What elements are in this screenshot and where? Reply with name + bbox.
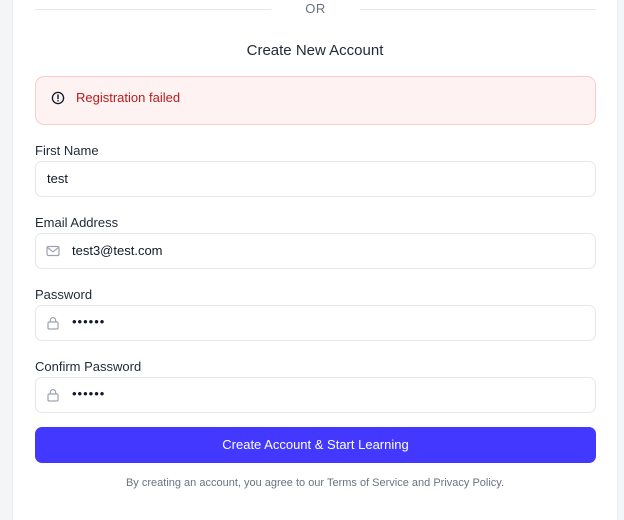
email-label: Email Address: [35, 215, 119, 230]
lock-icon: [46, 316, 60, 330]
signup-card: OR Create New Account Registration faile…: [13, 0, 617, 520]
lock-icon: [46, 388, 60, 402]
confirm-password-value: ••••••: [72, 386, 106, 401]
form-title: Create New Account: [246, 42, 384, 59]
first-name-label: First Name: [35, 143, 99, 158]
password-label: Password: [35, 287, 93, 302]
password-field[interactable]: ••••••: [35, 305, 596, 341]
confirm-password-field[interactable]: ••••••: [35, 377, 596, 413]
alert-circle-icon: [51, 91, 65, 105]
or-divider: OR: [35, 0, 596, 18]
mail-icon: [46, 244, 60, 258]
error-message: Registration failed: [76, 90, 181, 105]
first-name-value: test: [47, 171, 68, 186]
terms-notice: By creating an account, you agree to our…: [125, 477, 505, 489]
divider-line-right: [360, 9, 596, 10]
email-field[interactable]: test3@test.com: [35, 233, 596, 269]
confirm-password-label: Confirm Password: [35, 359, 142, 374]
create-account-button[interactable]: Create Account & Start Learning: [35, 427, 596, 463]
first-name-field[interactable]: test: [35, 161, 596, 197]
password-value: ••••••: [72, 314, 106, 329]
email-value: test3@test.com: [72, 243, 163, 258]
error-alert: Registration failed: [35, 76, 596, 125]
